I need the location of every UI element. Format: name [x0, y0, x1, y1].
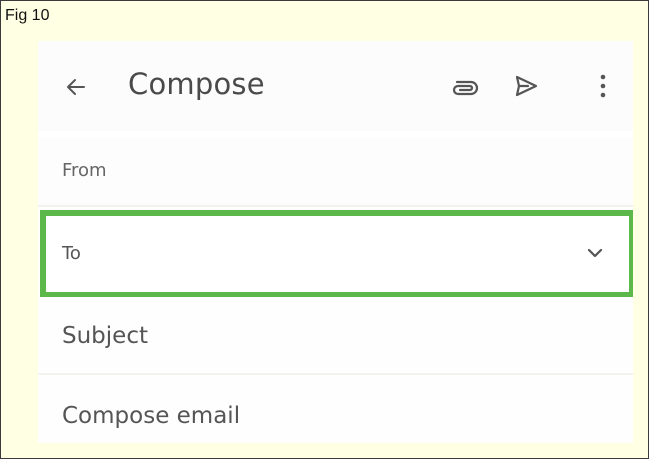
from-field-row[interactable] [38, 137, 633, 205]
chevron-down-icon[interactable] [587, 247, 603, 259]
divider-from [38, 205, 633, 207]
to-field-highlight [40, 210, 633, 298]
compose-screen: Compose From To Subject Compose email [38, 41, 633, 443]
figure-label: Fig 10 [5, 7, 50, 24]
figure-frame: Fig 10 Compose From To Subject Compose e… [0, 0, 649, 459]
attachment-icon[interactable] [449, 78, 479, 98]
send-icon[interactable] [513, 73, 539, 99]
subject-input[interactable]: Subject [62, 323, 148, 349]
more-vert-icon[interactable] [599, 73, 607, 99]
divider-subject [38, 373, 633, 375]
from-label: From [62, 160, 107, 181]
compose-toolbar: Compose [38, 41, 633, 131]
compose-email-input[interactable]: Compose email [62, 403, 240, 429]
page-title: Compose [128, 67, 265, 101]
back-arrow-icon[interactable] [64, 75, 88, 99]
to-label: To [62, 243, 81, 264]
